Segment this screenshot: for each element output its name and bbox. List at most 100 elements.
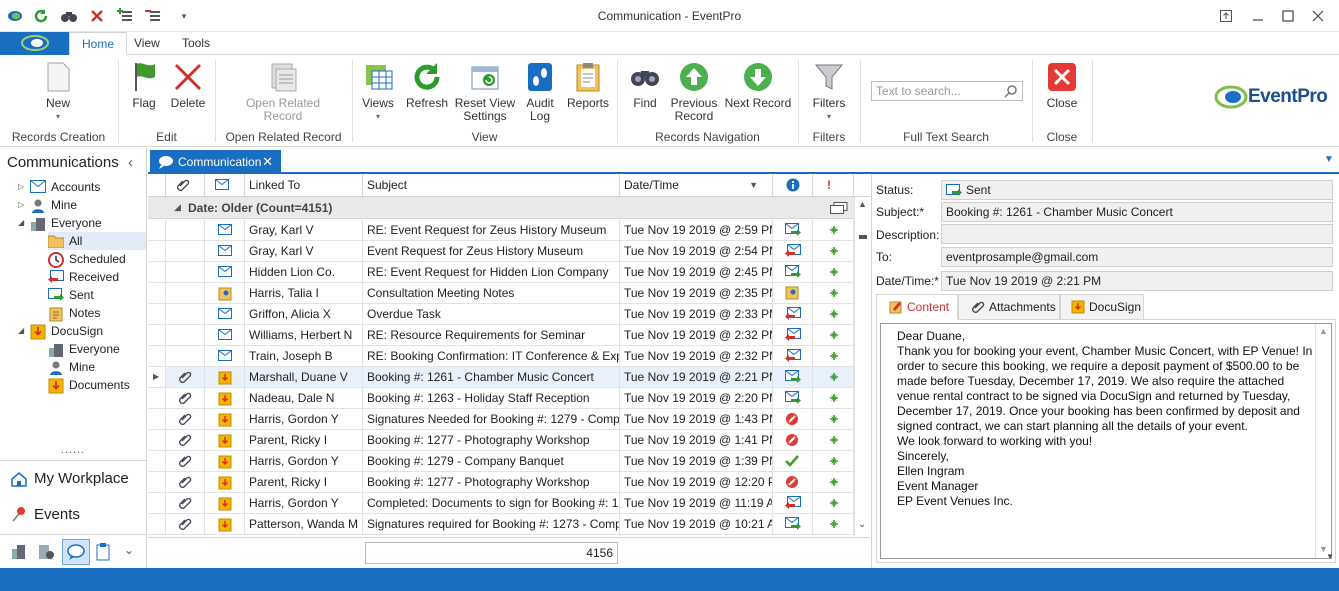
nav-tree-item-docusign[interactable]: ◢ DocuSign <box>18 322 103 340</box>
tab-tools[interactable]: Tools <box>170 32 222 55</box>
reports-button[interactable]: Reports <box>566 61 610 110</box>
subject-cell[interactable]: Overdue Task <box>363 304 620 324</box>
table-row[interactable]: Williams, Herbert N RE: Resource Requirem… <box>148 325 854 346</box>
table-row[interactable]: Harris, Gordon Y Signatures Needed for Bo… <box>148 409 854 430</box>
no-attachment-cell[interactable] <box>166 283 205 303</box>
table-row[interactable]: ▶ Marshall, Duane V Booking #: 1261 - Cham… <box>148 367 854 388</box>
linked-to-cell[interactable]: Harris, Gordon Y <box>245 493 363 513</box>
table-row[interactable]: Harris, Talia I Consultation Meeting Note… <box>148 283 854 304</box>
maximize-button[interactable] <box>1276 6 1300 26</box>
row-indicator[interactable] <box>148 409 166 429</box>
linked-to-cell[interactable]: Patterson, Wanda M <box>245 514 363 534</box>
no-attachment-cell[interactable] <box>166 304 205 324</box>
tab-docusign[interactable]: DocuSign <box>1060 294 1144 320</box>
tab-content[interactable]: Content <box>876 294 958 320</box>
nav-events[interactable]: Events <box>0 496 146 532</box>
date-time-cell[interactable]: Tue Nov 19 2019 @ 1:39 PM <box>620 451 773 471</box>
no-attachment-cell[interactable] <box>166 241 205 261</box>
group-row[interactable]: ◢ Date: Older (Count=4151) <box>148 197 854 219</box>
linked-to-cell[interactable]: Harris, Gordon Y <box>245 409 363 429</box>
date-time-column-header[interactable]: Date/Time ▼ <box>620 174 773 196</box>
description-field[interactable] <box>941 224 1333 244</box>
nav-splitter[interactable]: ...... <box>0 444 146 456</box>
more-shortcuts-icon[interactable]: ⌄ <box>124 543 134 557</box>
priority-flag-icon[interactable] <box>813 388 854 408</box>
date-time-field[interactable]: Tue Nov 19 2019 @ 2:21 PM <box>941 271 1333 291</box>
attachment-column-header[interactable] <box>166 174 205 196</box>
row-indicator[interactable] <box>148 388 166 408</box>
scroll-up-icon[interactable]: ▲ <box>858 199 867 209</box>
linked-to-cell[interactable]: Parent, Ricky I <box>245 430 363 450</box>
table-row[interactable]: Train, Joseph B RE: Booking Confirmation:… <box>148 346 854 367</box>
nav-tree-item-sent[interactable]: Sent <box>48 286 94 304</box>
no-attachment-cell[interactable] <box>166 262 205 282</box>
no-attachment-cell[interactable] <box>166 325 205 345</box>
date-time-cell[interactable]: Tue Nov 19 2019 @ 11:19 AM <box>620 493 773 513</box>
subject-cell[interactable]: Booking #: 1263 - Holiday Staff Receptio… <box>363 388 620 408</box>
close-button[interactable]: Close <box>1042 61 1082 110</box>
date-time-cell[interactable]: Tue Nov 19 2019 @ 2:20 PM <box>620 388 773 408</box>
tab-attachments[interactable]: Attachments <box>958 294 1060 320</box>
priority-flag-icon[interactable] <box>813 514 854 534</box>
table-row[interactable]: Gray, Karl V Event Request for Zeus Histo… <box>148 241 854 262</box>
table-row[interactable]: Hidden Lion Co. RE: Event Request for Hid… <box>148 262 854 283</box>
new-button[interactable]: New ▾ <box>36 61 80 123</box>
priority-flag-icon[interactable] <box>813 493 854 513</box>
date-time-cell[interactable]: Tue Nov 19 2019 @ 1:41 PM <box>620 430 773 450</box>
content-scroll-up-icon[interactable]: ▲ <box>1319 326 1328 336</box>
subject-cell[interactable]: Event Request for Zeus History Museum <box>363 241 620 261</box>
collapsed-arrow-icon[interactable]: ▷ <box>18 196 30 214</box>
nav-tree-item-everyone[interactable]: Everyone <box>48 340 120 358</box>
collapsed-arrow-icon[interactable]: ▷ <box>18 178 30 196</box>
table-row[interactable]: Harris, Gordon Y Booking #: 1279 - Compan… <box>148 451 854 472</box>
tab-home[interactable]: Home <box>69 32 128 55</box>
reset-view-settings-button[interactable]: Reset View Settings <box>454 61 516 123</box>
linked-to-cell[interactable]: Harris, Gordon Y <box>245 451 363 471</box>
table-row[interactable]: Patterson, Wanda M Signatures required fo… <box>148 514 854 535</box>
date-time-cell[interactable]: Tue Nov 19 2019 @ 10:21 AM <box>620 514 773 534</box>
table-row[interactable]: Parent, Ricky I Booking #: 1277 - Photogr… <box>148 430 854 451</box>
delete-button[interactable]: Delete <box>168 61 208 110</box>
flag-button[interactable]: Flag <box>124 61 164 110</box>
views-button[interactable]: Views ▾ <box>358 61 398 123</box>
priority-flag-icon[interactable] <box>813 262 854 282</box>
priority-flag-icon[interactable] <box>813 472 854 492</box>
subject-field[interactable]: Booking #: 1261 - Chamber Music Concert <box>941 202 1333 222</box>
nav-tree-item-all[interactable]: All <box>48 232 146 250</box>
nav-tree-item-scheduled[interactable]: Scheduled <box>48 250 126 268</box>
subject-cell[interactable]: RE: Resource Requirements for Seminar <box>363 325 620 345</box>
linked-to-column-header[interactable]: Linked To <box>245 174 363 196</box>
linked-to-cell[interactable]: Gray, Karl V <box>245 220 363 240</box>
priority-flag-icon[interactable] <box>813 325 854 345</box>
priority-flag-icon[interactable] <box>813 430 854 450</box>
linked-to-cell[interactable]: Harris, Talia I <box>245 283 363 303</box>
linked-to-cell[interactable]: Hidden Lion Co. <box>245 262 363 282</box>
date-time-cell[interactable]: Tue Nov 19 2019 @ 2:35 PM <box>620 283 773 303</box>
to-field[interactable]: eventprosample@gmail.com <box>941 247 1333 267</box>
nav-tree-item-accounts[interactable]: ▷ Accounts <box>18 178 100 196</box>
subject-column-header[interactable]: Subject <box>363 174 620 196</box>
paperclip-icon[interactable] <box>166 514 205 534</box>
search-icon[interactable] <box>1004 84 1018 98</box>
row-indicator[interactable] <box>148 262 166 282</box>
close-tab-icon[interactable]: ✕ <box>262 154 273 170</box>
nav-tree-item-mine[interactable]: Mine <box>48 358 95 376</box>
documents-shortcut-icon[interactable] <box>96 543 110 561</box>
next-record-button[interactable]: Next Record <box>724 61 792 110</box>
paperclip-icon[interactable] <box>166 388 205 408</box>
type-column-header[interactable] <box>205 174 245 196</box>
refresh-button[interactable]: Refresh <box>404 61 450 110</box>
subject-cell[interactable]: Booking #: 1277 - Photography Workshop <box>363 430 620 450</box>
date-time-cell[interactable]: Tue Nov 19 2019 @ 1:43 PM <box>620 409 773 429</box>
nav-tree-item-documents[interactable]: Documents <box>48 376 130 394</box>
minimize-button[interactable] <box>1246 6 1270 26</box>
subject-cell[interactable]: Consultation Meeting Notes <box>363 283 620 303</box>
table-row[interactable]: Harris, Gordon Y Completed: Documents to … <box>148 493 854 514</box>
paperclip-icon[interactable] <box>166 493 205 513</box>
linked-to-cell[interactable]: Williams, Herbert N <box>245 325 363 345</box>
priority-flag-icon[interactable] <box>813 346 854 366</box>
collapse-nav-icon[interactable]: ‹ <box>128 154 133 171</box>
expanded-arrow-icon[interactable]: ◢ <box>18 214 30 232</box>
subject-cell[interactable]: RE: Booking Confirmation: IT Conference … <box>363 346 620 366</box>
date-time-cell[interactable]: Tue Nov 19 2019 @ 2:21 PM <box>620 367 773 387</box>
